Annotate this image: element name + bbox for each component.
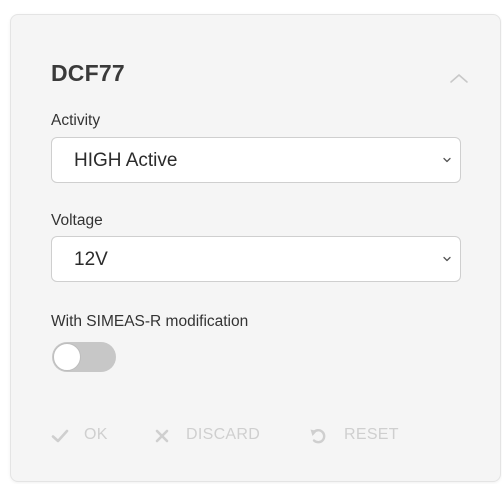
- voltage-label: Voltage: [51, 212, 103, 229]
- dcf77-settings-card: DCF77 Activity HIGH Active Voltage 12V W…: [10, 14, 501, 482]
- collapse-button[interactable]: [447, 67, 471, 91]
- discard-button[interactable]: DISCARD: [154, 425, 284, 447]
- simeas-label: With SIMEAS-R modification: [51, 313, 249, 330]
- close-icon: [155, 429, 169, 443]
- reset-button[interactable]: RESET: [309, 425, 419, 447]
- simeas-toggle[interactable]: [52, 342, 116, 372]
- reset-label: RESET: [344, 426, 399, 443]
- ok-label: OK: [84, 426, 108, 443]
- chevron-down-icon: [443, 157, 451, 163]
- panel-title: DCF77: [51, 60, 125, 86]
- activity-select-value: HIGH Active: [74, 150, 178, 171]
- voltage-select-value: 12V: [74, 249, 108, 270]
- activity-label: Activity: [51, 112, 101, 129]
- undo-icon: [310, 429, 326, 444]
- discard-label: DISCARD: [186, 426, 261, 443]
- voltage-select[interactable]: 12V: [51, 236, 461, 282]
- toggle-knob: [53, 343, 81, 371]
- chevron-up-icon: [450, 74, 468, 83]
- ok-button[interactable]: OK: [51, 425, 116, 447]
- chevron-down-icon: [443, 256, 451, 262]
- check-icon: [51, 429, 69, 443]
- activity-select[interactable]: HIGH Active: [51, 137, 461, 183]
